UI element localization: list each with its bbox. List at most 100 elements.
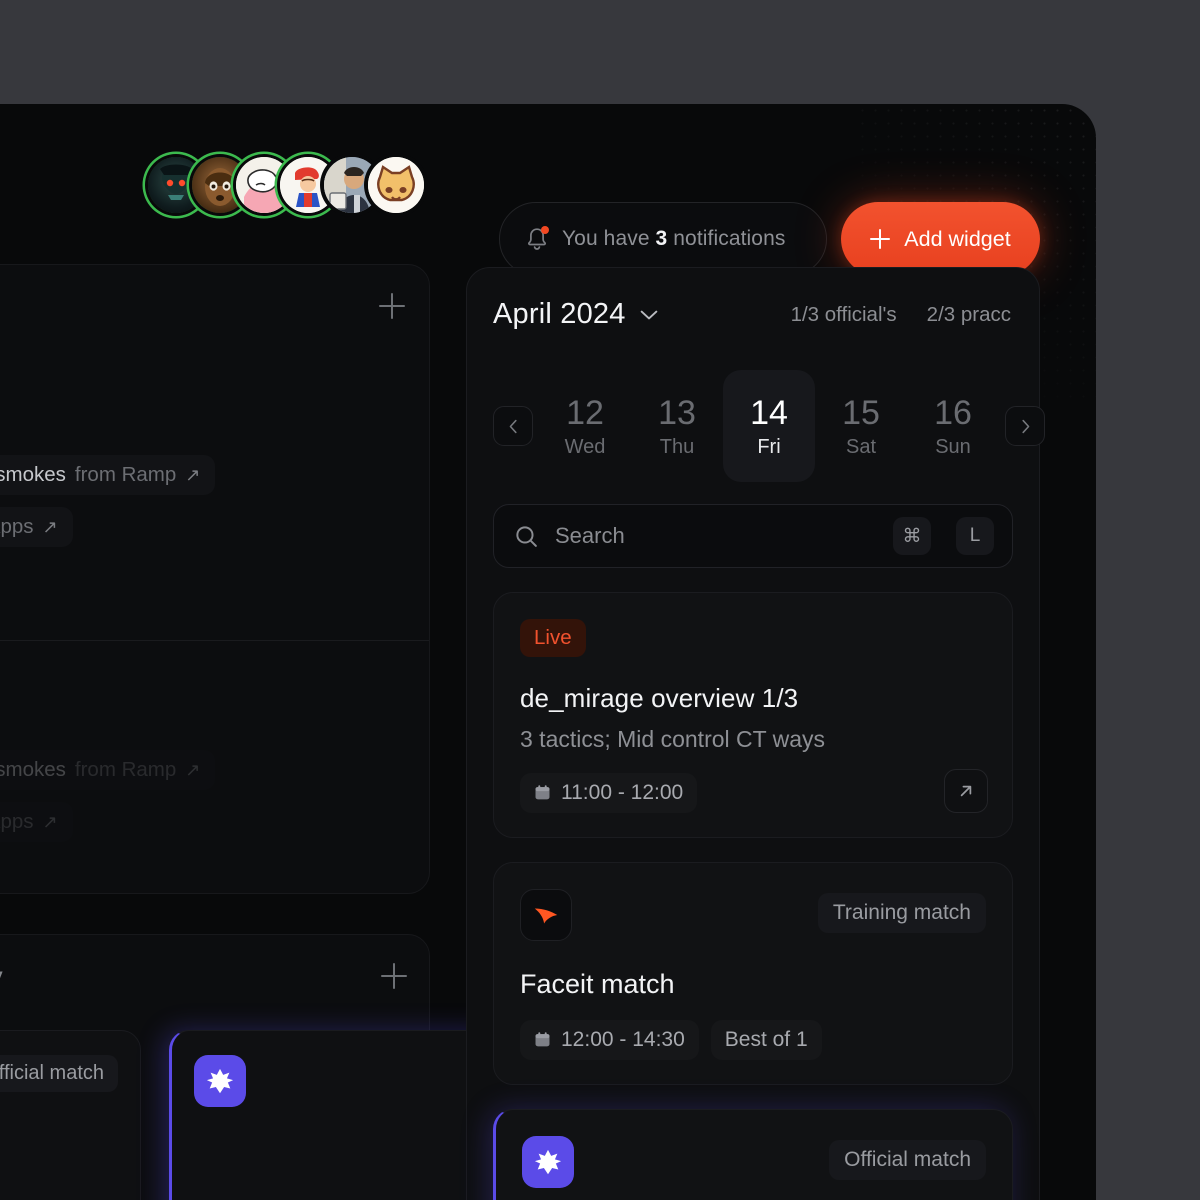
bell-icon <box>526 226 549 251</box>
esea-logo-icon <box>522 1135 574 1188</box>
calendar-icon <box>534 1031 551 1048</box>
calendar-stats: 1/3 official's 2/3 pracc <box>791 303 1011 327</box>
stat-pracc: 2/3 pracc <box>926 303 1011 326</box>
match-format-chip: Best of 1 <box>710 1019 822 1060</box>
add-tactic-button[interactable] <box>379 293 407 321</box>
event-card-official-match[interactable]: Official match vs. Enemy’s name 14:30 - … <box>493 1108 1013 1200</box>
day-cell[interactable]: 15 Sat <box>815 370 907 482</box>
day-number: 13 <box>658 393 696 432</box>
match-type-badge: Official match <box>829 1139 986 1180</box>
matches-header: atches • 3 today <box>0 961 399 992</box>
event-subtitle: 3 tactics; Mid control CT ways <box>520 725 826 752</box>
day-weekday: Thu <box>659 435 695 458</box>
unread-dot <box>541 226 549 234</box>
shortcut-key-command[interactable]: ⌘ <box>893 517 931 555</box>
plus-icon <box>381 963 407 989</box>
event-time-label: 11:00 - 12:00 <box>561 780 684 804</box>
tactic-chip-label: A Site smokes <box>0 463 66 486</box>
tactics-panel: wn ↗ • A Site smokes from Ramp ↗ lashes … <box>0 264 430 894</box>
matches-panel: atches • 3 today Official match vey team… <box>0 934 509 1200</box>
external-link-icon: ↗ <box>185 759 201 780</box>
day-cell-selected[interactable]: 14 Fri <box>723 370 815 482</box>
tactic-chip[interactable]: A Site smokes from Ramp ↗ <box>0 750 216 790</box>
calendar-widget: April 2024 1/3 official's 2/3 pracc 12 W… <box>466 267 1045 1200</box>
day-list: 12 Wed 13 Thu 14 Fri 15 Sat 16 Sun <box>533 370 1005 482</box>
event-time-label: 12:00 - 14:30 <box>561 1027 685 1051</box>
match-card[interactable]: vs. Wor <box>169 1030 509 1200</box>
search-box[interactable]: ⌘ L <box>493 504 1013 568</box>
event-meta-row: 12:00 - 14:30 Best of 1 <box>520 1019 986 1060</box>
event-card-header: Training match <box>520 888 986 943</box>
event-meta-row: 11:00 - 12:00 <box>520 772 986 813</box>
calendar-header: April 2024 1/3 official's 2/3 pracc <box>493 298 1013 338</box>
stat-officials: 1/3 official's <box>790 303 897 326</box>
matches-count: 3 today <box>0 961 3 992</box>
event-title: Faceit match <box>520 968 675 999</box>
event-title: de_mirage overview 1/3 <box>520 682 799 713</box>
panel-divider <box>0 640 429 641</box>
day-cell[interactable]: 13 Thu <box>631 370 723 482</box>
avatar[interactable] <box>368 157 424 213</box>
search-icon <box>514 524 539 549</box>
match-type-badge: Official match <box>0 1055 118 1092</box>
notifications-label: You have 3 notifications <box>562 227 786 250</box>
shortcut-key-l[interactable]: L <box>956 517 994 555</box>
day-weekday: Fri <box>757 435 781 458</box>
tactic-row: wn ↗ • A Site smokes from Ramp ↗ <box>0 750 216 790</box>
event-card-header: Official match <box>522 1135 986 1190</box>
add-widget-button[interactable]: Add widget <box>841 202 1040 276</box>
app-window: You have 3 notifications Add widget wn ↗… <box>0 104 1096 1200</box>
notifications-pill[interactable]: You have 3 notifications <box>499 202 827 276</box>
match-card-list: Official match vey team nking #3 vs. Wor <box>0 1030 509 1200</box>
external-link-icon: ↗ <box>185 464 201 485</box>
tactic-chip[interactable]: A Site smokes from Ramp ↗ <box>0 455 216 495</box>
next-week-button[interactable] <box>1005 406 1045 446</box>
tactic-chip-label: A Site smokes <box>0 758 66 781</box>
search-input[interactable] <box>555 523 877 549</box>
event-card-session[interactable]: Live de_mirage overview 1/3 3 tactics; M… <box>493 592 1013 838</box>
live-status-badge: Live <box>520 619 586 657</box>
open-event-button[interactable] <box>944 768 988 813</box>
avatar-stack[interactable] <box>148 157 424 213</box>
day-cell[interactable]: 12 Wed <box>539 370 631 482</box>
left-column: wn ↗ • A Site smokes from Ramp ↗ lashes … <box>0 264 509 1200</box>
day-number: 12 <box>566 393 604 432</box>
tactic-row: lashes B site from Apps ↗ <box>0 507 215 547</box>
calendar-month-label[interactable]: April 2024 <box>493 298 626 331</box>
day-weekday: Wed <box>564 435 606 458</box>
external-link-icon: ↗ <box>42 516 58 537</box>
day-weekday: Sat <box>845 435 877 458</box>
tactic-row: wn ↗ • A Site smokes from Ramp ↗ <box>0 455 216 495</box>
tactic-chip-origin: from Ramp <box>74 758 177 781</box>
tactic-chip-origin: from Ramp <box>74 463 177 486</box>
esea-logo-icon <box>194 1055 246 1107</box>
plus-icon <box>379 293 405 319</box>
add-match-button[interactable] <box>381 963 407 994</box>
day-number: 16 <box>934 393 972 432</box>
faceit-logo-icon <box>520 888 572 941</box>
chevron-down-icon[interactable] <box>640 310 658 320</box>
top-bar: You have 3 notifications Add widget <box>0 152 1096 276</box>
day-strip: 12 Wed 13 Thu 14 Fri 15 Sat 16 Sun <box>493 370 1045 482</box>
tactic-group-bottom: wn ↗ • A Site smokes from Ramp ↗ lashes … <box>0 750 216 854</box>
day-number: 15 <box>842 393 880 432</box>
event-card-training-match[interactable]: Training match Faceit match 12:00 - 14:3… <box>493 861 1013 1085</box>
add-widget-label: Add widget <box>904 226 1011 251</box>
day-number: 14 <box>750 393 788 432</box>
plus-icon <box>870 229 891 249</box>
tactic-chip[interactable]: lashes B site from Apps ↗ <box>0 507 73 547</box>
calendar-icon <box>534 784 551 801</box>
match-card[interactable]: Official match vey team nking #3 <box>0 1030 141 1200</box>
tactic-row: lashes B site from Apps ↗ <box>0 802 215 842</box>
day-weekday: Sun <box>935 435 971 458</box>
tactic-group-top: wn ↗ • A Site smokes from Ramp ↗ lashes … <box>0 455 216 559</box>
event-time-chip: 11:00 - 12:00 <box>520 772 698 813</box>
tactic-chip-origin: from Apps <box>0 810 34 833</box>
tactic-chip[interactable]: lashes B site from Apps ↗ <box>0 802 73 842</box>
prev-week-button[interactable] <box>493 406 533 446</box>
match-type-badge: Training match <box>817 892 986 933</box>
tactic-chip-origin: from Apps <box>0 515 34 538</box>
external-link-icon: ↗ <box>42 811 58 832</box>
day-cell[interactable]: 16 Sun <box>907 370 999 482</box>
event-time-chip: 12:00 - 14:30 <box>520 1019 699 1060</box>
